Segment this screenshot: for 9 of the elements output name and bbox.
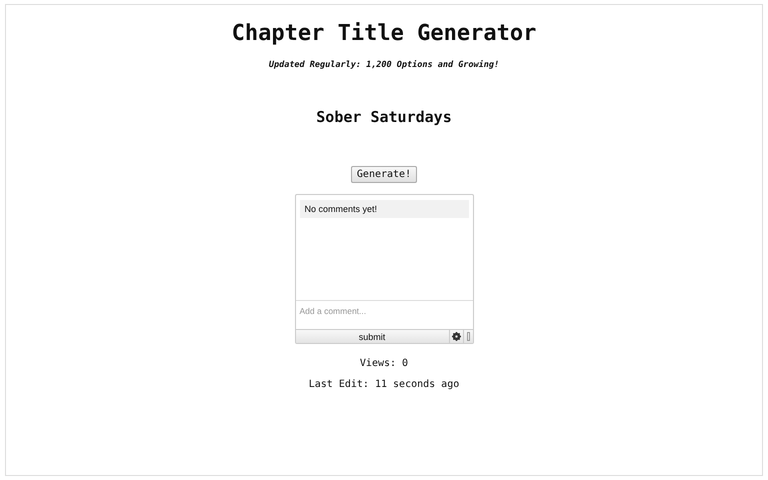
subtitle: Updated Regularly: 1,200 Options and Growing! — [268, 60, 500, 70]
last-edit-text: Last Edit: 11 seconds ago — [308, 379, 460, 390]
empty-message: No comments yet! — [300, 200, 468, 218]
generated-title: Sober Saturdays — [316, 108, 452, 126]
page-title: Chapter Title Generator — [232, 21, 536, 46]
handle-icon[interactable] — [462, 330, 472, 343]
views-count: Views: 0 — [360, 358, 408, 369]
generate-button[interactable]: Generate! — [350, 166, 418, 183]
settings-icon[interactable] — [448, 330, 462, 343]
